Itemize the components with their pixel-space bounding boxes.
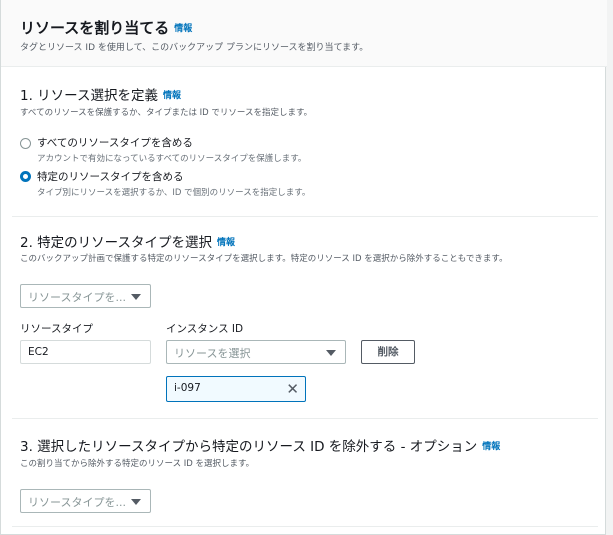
- panel-header: リソースを割り当てる 情報 タグとリソース ID を使用して、このバックアップ プ…: [1, 0, 607, 67]
- resource-type-select[interactable]: リソースタイプを...: [20, 284, 151, 308]
- caret-down-icon: [131, 499, 141, 505]
- section1-title: 1. リソース選択を定義 情報: [20, 84, 181, 104]
- instance-id-token: i-097 ✕: [166, 376, 306, 402]
- header-info-link[interactable]: 情報: [174, 24, 192, 34]
- section3-description: この割り当てから除外する特定のリソース ID を選択します。: [20, 459, 255, 469]
- page-title-text: リソースを割り当てる: [20, 19, 170, 37]
- close-icon[interactable]: ✕: [286, 380, 299, 398]
- radio-specific-resource-types[interactable]: [20, 171, 31, 182]
- section-divider: [12, 418, 598, 419]
- section1-info-link[interactable]: 情報: [163, 91, 181, 101]
- section-divider: [12, 216, 598, 217]
- instance-id-select-placeholder: リソースを選択: [174, 347, 251, 360]
- exclude-resource-type-select[interactable]: リソースタイプを...: [20, 489, 151, 513]
- section2-description: このバックアップ計画で保護する特定のリソースタイプを選択します。特定のリソース …: [20, 254, 508, 264]
- section1-description: すべてのリソースを保護するか、タイプまたは ID でリソースを指定します。: [20, 108, 313, 118]
- section3-title: 3. 選択したリソースタイプから特定のリソース ID を除外する - オプション…: [20, 435, 500, 455]
- section3-info-link[interactable]: 情報: [482, 442, 500, 452]
- delete-button[interactable]: 削除: [361, 340, 415, 364]
- resource-type-field: EC2: [20, 340, 151, 364]
- assign-resources-panel: リソースを割り当てる 情報 タグとリソース ID を使用して、このバックアップ プ…: [0, 0, 607, 535]
- section3-title-text: 3. 選択したリソースタイプから特定のリソース ID を除外する - オプション: [20, 439, 478, 455]
- resource-type-label: リソースタイプ: [20, 323, 93, 335]
- section1-title-text: 1. リソース選択を定義: [20, 88, 158, 104]
- radio-specific-resource-types-label[interactable]: 特定のリソースタイプを含める: [37, 169, 183, 184]
- radio-all-resource-types-description: アカウントで有効になっているすべてのリソースタイプを保護します。: [37, 154, 307, 164]
- radio-all-resource-types-label[interactable]: すべてのリソースタイプを含める: [37, 135, 193, 150]
- header-description: タグとリソース ID を使用して、このバックアップ プランにリソースを割り当てま…: [20, 43, 369, 53]
- section2-title-text: 2. 特定のリソースタイプを選択: [20, 235, 212, 251]
- caret-down-icon: [326, 350, 336, 356]
- instance-id-token-value: i-097: [174, 382, 201, 394]
- exclude-resource-type-select-placeholder: リソースタイプを...: [28, 496, 126, 509]
- radio-specific-resource-types-description: タイプ別にリソースを選択するか、ID で個別のリソースを指定します。: [37, 188, 311, 198]
- caret-down-icon: [131, 294, 141, 300]
- section-divider: [12, 526, 598, 527]
- instance-id-select[interactable]: リソースを選択: [166, 340, 346, 364]
- instance-id-label: インスタンス ID: [166, 323, 244, 335]
- page-title: リソースを割り当てる 情報: [20, 17, 192, 38]
- resource-type-select-placeholder: リソースタイプを...: [28, 291, 126, 304]
- section2-title: 2. 特定のリソースタイプを選択 情報: [20, 231, 235, 251]
- section2-info-link[interactable]: 情報: [217, 238, 235, 248]
- resource-type-value: EC2: [28, 346, 49, 358]
- radio-all-resource-types[interactable]: [20, 138, 31, 149]
